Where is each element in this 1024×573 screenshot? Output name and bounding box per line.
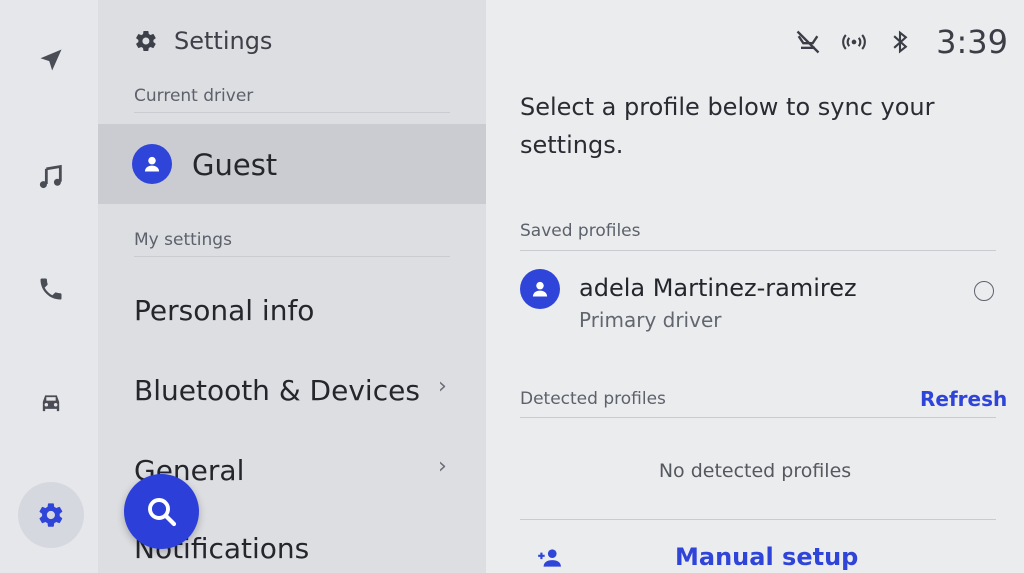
rail-phone-button[interactable] <box>24 262 78 316</box>
avatar <box>520 269 560 309</box>
empty-state-text: No detected profiles <box>658 460 852 482</box>
app-rail <box>0 0 98 573</box>
wireless-signal-icon <box>842 34 867 50</box>
menu-item-label: Bluetooth & Devices <box>134 373 420 407</box>
saved-profiles-label: Saved profiles <box>520 221 641 241</box>
chevron-right-icon: › <box>438 454 447 479</box>
rail-music-button[interactable] <box>24 150 78 204</box>
profile-radio-button[interactable] <box>974 281 994 301</box>
navigation-arrow-icon <box>40 49 62 71</box>
gear-icon <box>136 30 156 52</box>
rail-navigation-button[interactable] <box>24 33 78 87</box>
current-driver-label: Current driver <box>134 86 254 106</box>
menu-header: Settings <box>134 24 272 58</box>
detected-profiles-label: Detected profiles <box>520 389 666 409</box>
phone-icon <box>40 278 62 300</box>
menu-item-personal-info[interactable]: Personal info <box>134 290 454 330</box>
divider <box>520 519 996 520</box>
search-icon <box>147 497 176 526</box>
manual-setup-button[interactable]: Manual setup <box>675 543 858 571</box>
chevron-right-icon: › <box>438 374 447 399</box>
search-button[interactable] <box>124 474 199 549</box>
rail-settings-button[interactable] <box>18 482 84 548</box>
status-bar: 3:39 <box>794 22 1008 62</box>
person-icon <box>532 281 548 297</box>
profile-name: adela Martinez-ramirez <box>579 274 857 302</box>
divider <box>520 417 996 418</box>
current-driver-name: Guest <box>192 148 278 182</box>
avatar <box>132 144 172 184</box>
voice-muted-icon <box>796 30 820 54</box>
bluetooth-icon <box>893 30 908 54</box>
divider <box>134 256 450 257</box>
refresh-button[interactable]: Refresh <box>920 387 1007 411</box>
clock: 3:39 <box>936 23 1008 61</box>
menu-item-bluetooth-devices[interactable]: Bluetooth & Devices <box>134 370 454 410</box>
menu-item-label: Personal info <box>134 293 315 327</box>
gear-icon <box>39 503 63 527</box>
current-driver-row[interactable]: Guest <box>98 124 486 204</box>
my-settings-label: My settings <box>134 230 232 250</box>
divider <box>134 112 450 113</box>
profile-role: Primary driver <box>579 308 722 332</box>
add-person-icon <box>538 549 561 567</box>
divider <box>520 250 996 251</box>
music-note-icon <box>39 164 62 189</box>
sync-prompt: Select a profile below to sync your sett… <box>520 93 935 159</box>
rail-vehicle-button[interactable] <box>24 376 78 430</box>
profile-panel: 3:39 Select a profile below to sync your… <box>486 0 1024 573</box>
menu-title: Settings <box>174 27 273 55</box>
person-icon <box>144 156 160 172</box>
car-icon <box>42 395 60 412</box>
